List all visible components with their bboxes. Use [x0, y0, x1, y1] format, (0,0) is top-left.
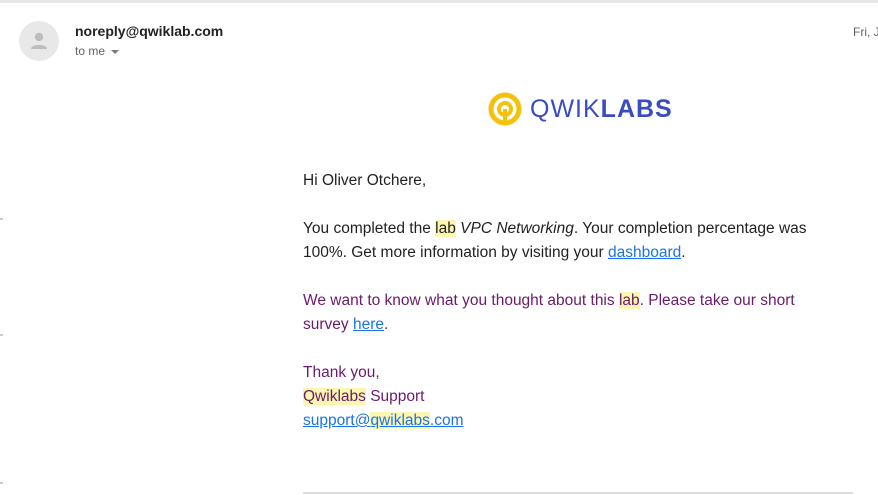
sender-avatar[interactable] [19, 21, 59, 61]
sender-address: noreply@qwiklab.com [75, 23, 224, 39]
email-prefix: support@ [303, 412, 371, 429]
lab-highlight: lab [435, 220, 456, 237]
logo-text-bold: LABS [600, 94, 673, 123]
qwiklabs-logo-icon [488, 92, 522, 126]
thanks-line: Thank you, [303, 364, 380, 381]
email-suffix: .com [429, 412, 464, 429]
qwiklabs-logo: QWIKLABS [488, 92, 673, 126]
person-icon [31, 32, 47, 49]
email-body: Hi Oliver Otchere, You completed the lab… [303, 169, 843, 433]
edge-mark [0, 482, 3, 484]
edge-mark [0, 218, 3, 220]
email-brand-highlight: qwiklabs [370, 412, 430, 429]
chevron-down-icon[interactable] [111, 50, 120, 54]
support-label: Support [365, 388, 425, 405]
survey-suffix: . [384, 316, 389, 333]
lab-name: VPC Networking [460, 220, 574, 237]
survey-link[interactable]: here [353, 316, 384, 333]
logo-text-light: QWIK [530, 94, 601, 123]
top-divider [0, 0, 878, 3]
completion-suffix: . [681, 244, 686, 261]
survey-prefix: We want to know what you thought about t… [303, 292, 619, 309]
edge-mark [0, 334, 3, 336]
message-date: Fri, J [853, 25, 878, 39]
recipient-label: to me [75, 44, 106, 58]
bottom-divider [303, 492, 853, 494]
completion-prefix: You completed the [303, 220, 436, 237]
completion-paragraph: You completed the lab VPC Networking. Yo… [303, 217, 843, 265]
signoff: Thank you, Qwiklabs Support support@qwik… [303, 361, 843, 433]
dashboard-link[interactable]: dashboard [608, 244, 681, 261]
survey-paragraph: We want to know what you thought about t… [303, 289, 843, 337]
support-email-link[interactable]: support@qwiklabs.com [303, 412, 463, 429]
recipient-toggle[interactable]: to me [75, 44, 120, 58]
logo-wordmark: QWIKLABS [530, 95, 673, 124]
greeting: Hi Oliver Otchere, [303, 172, 427, 189]
survey-lab-highlight: lab [618, 292, 640, 309]
brand-highlight: Qwiklabs [303, 388, 366, 405]
